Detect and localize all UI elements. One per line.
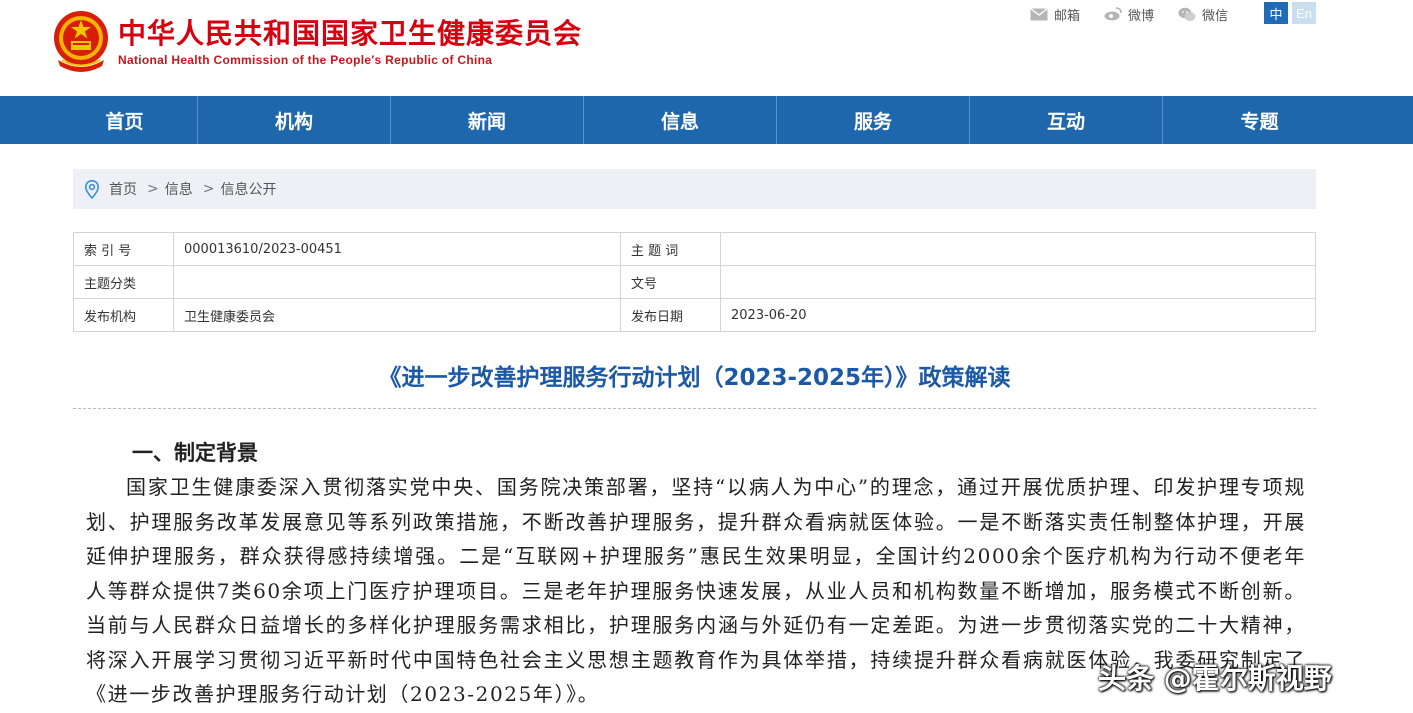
date-label: 发布日期 bbox=[620, 298, 721, 332]
weibo-icon bbox=[1104, 7, 1122, 21]
index-value: 000013610/2023-00451 bbox=[173, 232, 621, 266]
lang-en-button[interactable]: En bbox=[1292, 2, 1316, 24]
breadcrumb-separator: > bbox=[202, 181, 215, 197]
breadcrumb-information[interactable]: 信息 bbox=[165, 179, 193, 199]
wechat-link[interactable]: 微信 bbox=[1178, 5, 1228, 24]
nav-topics[interactable]: 专题 bbox=[1163, 96, 1356, 144]
weibo-link[interactable]: 微博 bbox=[1104, 5, 1154, 24]
site-header: 中华人民共和国国家卫生健康委员会 National Health Commiss… bbox=[0, 0, 1413, 96]
lang-zh-button[interactable]: 中 bbox=[1264, 2, 1288, 24]
docnum-value bbox=[720, 265, 1316, 299]
section-heading: 一、制定背景 bbox=[132, 441, 258, 465]
nav-news[interactable]: 新闻 bbox=[391, 96, 584, 144]
index-label: 索 引 号 bbox=[73, 232, 174, 266]
table-row: 主题分类 文号 bbox=[73, 265, 1316, 299]
top-links: 邮箱 微博 微信 bbox=[1030, 4, 1252, 24]
date-value: 2023-06-20 bbox=[720, 298, 1316, 332]
breadcrumb-separator: > bbox=[147, 181, 159, 197]
site-title-en[interactable]: National Health Commission of the People… bbox=[118, 53, 492, 67]
document-meta-table: 索 引 号 000013610/2023-00451 主 题 词 主题分类 文号… bbox=[73, 232, 1316, 332]
breadcrumb-home[interactable]: 首页 bbox=[109, 179, 137, 199]
title-divider bbox=[73, 408, 1316, 409]
mail-icon bbox=[1030, 7, 1048, 20]
publisher-value: 卫生健康委员会 bbox=[173, 298, 621, 332]
wechat-icon bbox=[1178, 7, 1196, 21]
national-emblem-logo[interactable] bbox=[52, 8, 110, 74]
nav-interaction[interactable]: 互动 bbox=[970, 96, 1163, 144]
publisher-label: 发布机构 bbox=[73, 298, 174, 332]
main-nav: 首页 机构 新闻 信息 服务 互动 专题 bbox=[0, 96, 1413, 144]
table-row: 发布机构 卫生健康委员会 发布日期 2023-06-20 bbox=[73, 298, 1316, 332]
nav-services[interactable]: 服务 bbox=[777, 96, 970, 144]
docnum-label: 文号 bbox=[620, 265, 721, 299]
breadcrumb: 首页 > 信息 > 信息公开 bbox=[73, 169, 1316, 209]
keywords-value bbox=[720, 232, 1316, 266]
location-pin-icon bbox=[85, 179, 99, 199]
watermark: 头条 @霍尔斯视野 bbox=[1098, 662, 1332, 695]
table-row: 索 引 号 000013610/2023-00451 主 题 词 bbox=[73, 232, 1316, 266]
category-label: 主题分类 bbox=[73, 265, 174, 299]
mail-link[interactable]: 邮箱 bbox=[1030, 5, 1080, 24]
site-title-cn[interactable]: 中华人民共和国国家卫生健康委员会 bbox=[118, 12, 582, 52]
article-title: 《进一步改善护理服务行动计划（2023-2025年）》政策解读 bbox=[378, 365, 1011, 391]
breadcrumb-disclosure[interactable]: 信息公开 bbox=[220, 179, 276, 199]
nav-organization[interactable]: 机构 bbox=[198, 96, 391, 144]
nav-information[interactable]: 信息 bbox=[584, 96, 777, 144]
weibo-label: 微博 bbox=[1128, 8, 1155, 24]
wechat-label: 微信 bbox=[1202, 8, 1229, 24]
nav-spacer bbox=[0, 144, 1413, 170]
keywords-label: 主 题 词 bbox=[620, 232, 721, 266]
mail-label: 邮箱 bbox=[1054, 8, 1081, 24]
nav-home[interactable]: 首页 bbox=[52, 96, 198, 144]
category-value bbox=[173, 265, 621, 299]
